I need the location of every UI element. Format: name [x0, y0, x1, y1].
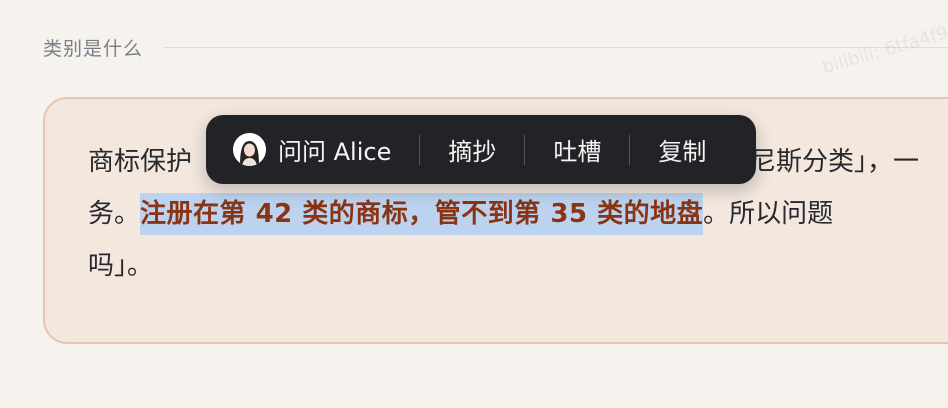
line2-prefix: 务。: [88, 199, 141, 229]
page: 类别是什么 bilibili: 6tfa4f95a0 ucfab 商标保护尼斯分…: [0, 0, 948, 408]
section-header: 类别是什么: [43, 34, 948, 60]
alice-avatar-icon: [233, 133, 266, 166]
selected-text-highlight[interactable]: 注册在第 42 类的商标，管不到第 35 类的地盘: [140, 193, 704, 235]
section-divider: [163, 46, 948, 48]
roast-button[interactable]: 吐槽: [553, 115, 601, 184]
menu-separator: [629, 134, 631, 165]
excerpt-button[interactable]: 摘抄: [448, 115, 496, 184]
ask-alice-button[interactable]: 问问 Alice: [233, 115, 391, 184]
line2-suffix: 。所以问题: [703, 199, 834, 229]
copy-button[interactable]: 复制: [658, 115, 706, 184]
section-title: 类别是什么: [43, 37, 144, 60]
line1-right: 尼斯分类」，一: [750, 147, 920, 177]
text-line-2: 务。注册在第 42 类的商标，管不到第 35 类的地盘。所以问题: [88, 188, 948, 240]
menu-separator: [524, 134, 526, 165]
selection-popup-menu: 问问 Alice 摘抄 吐槽 复制: [206, 115, 756, 184]
ask-alice-label: 问问 Alice: [278, 138, 392, 166]
text-line-3: 吗」。: [88, 251, 154, 281]
menu-separator: [419, 134, 421, 165]
line1-left: 商标保护: [88, 147, 193, 177]
